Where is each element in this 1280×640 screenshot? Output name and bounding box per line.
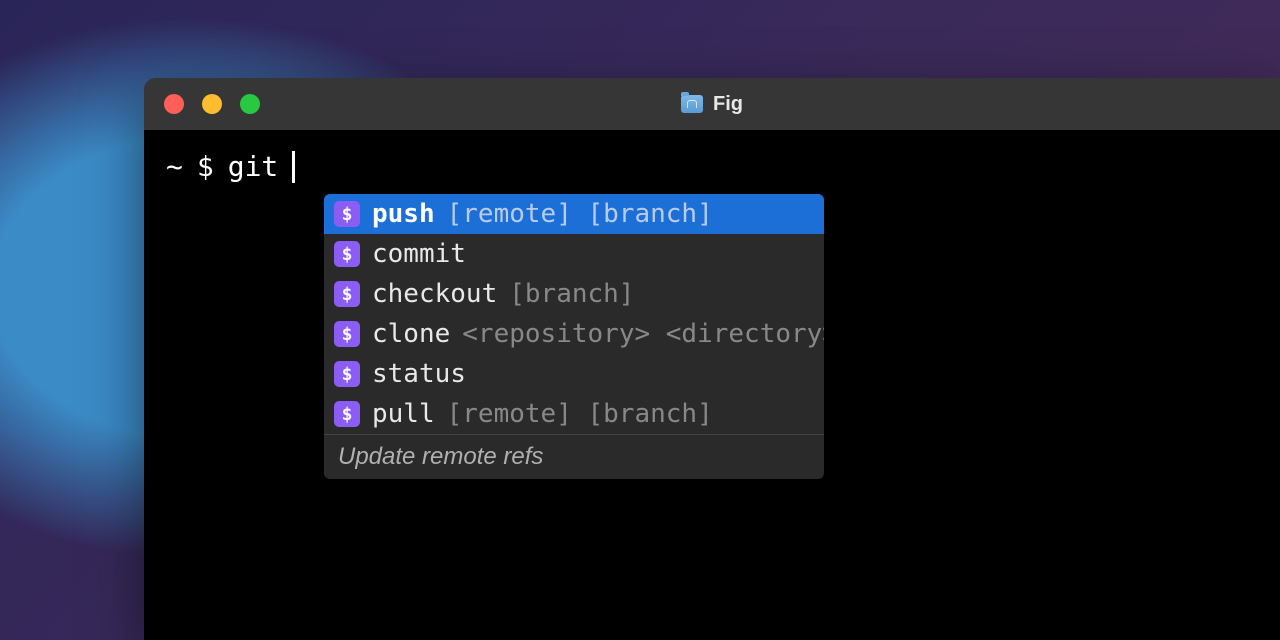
subcommand-icon: $ [334,241,360,267]
subcommand-icon: $ [334,321,360,347]
item-command-label: checkout [372,279,497,309]
terminal-body[interactable]: ~ $ git $ push [remote] [branch] $ commit $ ch… [144,130,1280,640]
item-command-label: clone [372,319,450,349]
autocomplete-item-commit[interactable]: $ commit [324,234,824,274]
terminal-window: Fig ~ $ git $ push [remote] [branch] $ commi… [144,78,1280,640]
autocomplete-description: Update remote refs [324,434,824,479]
item-command-label: pull [372,399,435,429]
autocomplete-popup: $ push [remote] [branch] $ commit $ checkout [b… [324,194,824,479]
window-titlebar[interactable]: Fig [144,78,1280,130]
subcommand-icon: $ [334,361,360,387]
prompt-cwd: ~ [166,150,183,183]
autocomplete-item-pull[interactable]: $ pull [remote] [branch] [324,394,824,434]
item-command-label: push [372,199,435,229]
window-title: Fig [681,93,743,116]
subcommand-icon: $ [334,201,360,227]
autocomplete-item-push[interactable]: $ push [remote] [branch] [324,194,824,234]
autocomplete-list: $ push [remote] [branch] $ commit $ checkout [b… [324,194,824,434]
prompt-line: ~ $ git [166,150,1258,183]
item-args-label: [remote] [branch] [447,399,713,429]
close-button[interactable] [164,94,184,114]
item-command-label: status [372,359,466,389]
minimize-button[interactable] [202,94,222,114]
prompt-symbol: $ [197,150,214,183]
item-args-label: <repository> <directory> [462,319,824,349]
item-args-label: [branch] [509,279,634,309]
traffic-lights [164,94,260,114]
prompt-command: git [228,150,279,183]
item-command-label: commit [372,239,466,269]
subcommand-icon: $ [334,401,360,427]
folder-icon [681,95,703,113]
autocomplete-item-checkout[interactable]: $ checkout [branch] [324,274,824,314]
maximize-button[interactable] [240,94,260,114]
autocomplete-item-clone[interactable]: $ clone <repository> <directory> [324,314,824,354]
autocomplete-item-status[interactable]: $ status [324,354,824,394]
subcommand-icon: $ [334,281,360,307]
cursor [292,151,295,183]
item-args-label: [remote] [branch] [447,199,713,229]
window-title-text: Fig [713,93,743,116]
